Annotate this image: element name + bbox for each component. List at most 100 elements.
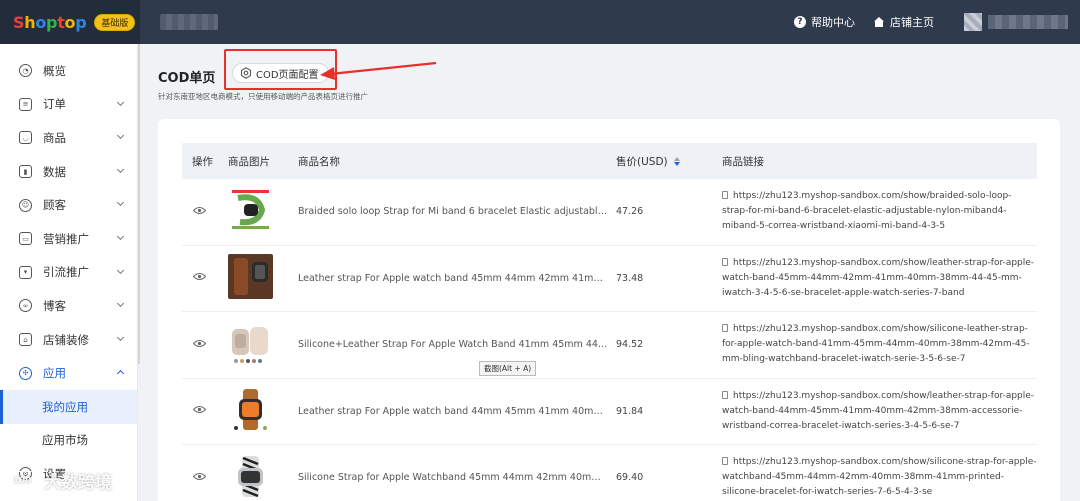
chevron-down-icon bbox=[116, 199, 125, 207]
watermark-logo: 100 bbox=[4, 470, 40, 491]
sidebar-item-customers[interactable]: ☺ 顾客 bbox=[0, 188, 137, 222]
customer-icon: ☺ bbox=[19, 198, 32, 212]
sidebar-item-apps[interactable]: ✣ 应用 bbox=[0, 356, 137, 390]
product-image bbox=[228, 453, 273, 499]
help-icon: ? bbox=[794, 16, 806, 28]
chevron-down-icon bbox=[116, 232, 125, 241]
product-price: 91.84 bbox=[616, 405, 644, 417]
product-name: Braided solo loop Strap for Mi band 6 br… bbox=[298, 206, 608, 218]
product-link[interactable]: https://zhu123.myshop-sandbox.com/show/l… bbox=[722, 256, 1037, 301]
product-name: Silicone Strap for Apple Watchband 45mm … bbox=[298, 472, 608, 484]
sidebar-item-decoration[interactable]: ⌂ 店铺装修 bbox=[0, 323, 137, 357]
decoration-icon: ⌂ bbox=[19, 333, 32, 347]
column-header-link: 商品链接 bbox=[722, 155, 764, 168]
column-header-image: 商品图片 bbox=[228, 155, 270, 168]
home-icon bbox=[874, 17, 884, 27]
product-image bbox=[228, 187, 273, 233]
product-table: 操作 商品图片 商品名称 售价(USD) 商品链接 Braided solo l… bbox=[182, 143, 1037, 501]
sidebar-item-label: 顾客 bbox=[43, 198, 66, 213]
watermark: 100 大数跨境 bbox=[4, 468, 112, 493]
screenshot-tooltip: 截图(Alt + A) bbox=[479, 361, 537, 376]
sidebar: ◔ 概览 ≡ 订单 ◡ 商品 ▮ 数据 ☺ 顾客 ▭ 营销推广 ▾ 引流推广 ∞… bbox=[0, 44, 138, 501]
sidebar-item-products[interactable]: ◡ 商品 bbox=[0, 121, 137, 155]
avatar bbox=[964, 13, 982, 31]
sort-icon[interactable] bbox=[673, 156, 680, 166]
chevron-down-icon bbox=[116, 165, 125, 173]
page-title: COD单页 bbox=[158, 71, 216, 86]
traffic-icon: ▾ bbox=[19, 265, 32, 279]
table-row: Silicone+Leather Strap For Apple Watch B… bbox=[182, 312, 1037, 379]
product-image bbox=[228, 320, 273, 366]
sidebar-item-label: 概览 bbox=[43, 63, 66, 78]
edition-badge: 基础版 bbox=[94, 13, 136, 31]
product-icon: ◡ bbox=[19, 131, 32, 145]
table-header: 操作 商品图片 商品名称 售价(USD) 商品链接 bbox=[182, 143, 1037, 179]
product-link[interactable]: https://zhu123.myshop-sandbox.com/show/s… bbox=[722, 322, 1037, 367]
eye-icon[interactable] bbox=[192, 206, 207, 215]
product-image bbox=[228, 387, 273, 433]
annotation-arrow-icon bbox=[320, 61, 437, 80]
sidebar-item-blog[interactable]: ∞ 博客 bbox=[0, 289, 137, 323]
sidebar-item-traffic[interactable]: ▾ 引流推广 bbox=[0, 256, 137, 290]
help-center-link[interactable]: ? 帮助中心 bbox=[794, 14, 855, 30]
eye-icon[interactable] bbox=[192, 472, 207, 481]
sidebar-item-label: 商品 bbox=[43, 130, 66, 145]
dashboard-icon: ◔ bbox=[19, 64, 32, 78]
product-name: Leather strap For Apple watch band 44mm … bbox=[298, 405, 608, 417]
sidebar-item-orders[interactable]: ≡ 订单 bbox=[0, 88, 137, 122]
blurred-store-name bbox=[160, 14, 218, 30]
store-home-label: 店铺主页 bbox=[890, 16, 934, 29]
sidebar-subitem-label: 应用市场 bbox=[42, 433, 88, 448]
column-header-name: 商品名称 bbox=[298, 155, 340, 168]
product-price: 47.26 bbox=[616, 206, 644, 218]
blurred-username bbox=[988, 15, 1068, 29]
chevron-down-icon bbox=[116, 333, 125, 341]
watermark-text: 大数跨境 bbox=[44, 473, 112, 493]
user-menu[interactable] bbox=[964, 13, 1068, 31]
table-row: Braided solo loop Strap for Mi band 6 br… bbox=[182, 179, 1037, 246]
chevron-down-icon bbox=[116, 132, 125, 140]
eye-icon[interactable] bbox=[192, 339, 207, 348]
brand-area: Shoptop 基础版 bbox=[0, 0, 140, 44]
product-price: 69.40 bbox=[616, 472, 644, 484]
eye-icon[interactable] bbox=[192, 405, 207, 414]
sidebar-item-label: 引流推广 bbox=[43, 265, 89, 280]
brand-logo[interactable]: Shoptop bbox=[13, 13, 87, 32]
sidebar-item-overview[interactable]: ◔ 概览 bbox=[0, 54, 137, 88]
product-image bbox=[228, 254, 273, 300]
sidebar-item-data[interactable]: ▮ 数据 bbox=[0, 155, 137, 189]
store-home-link[interactable]: 店铺主页 bbox=[873, 14, 934, 30]
link-icon bbox=[722, 257, 728, 266]
eye-icon[interactable] bbox=[192, 272, 207, 281]
column-header-price[interactable]: 售价(USD) bbox=[616, 154, 722, 169]
chevron-down-icon bbox=[116, 266, 125, 274]
sidebar-subitem-label: 我的应用 bbox=[42, 399, 88, 414]
blog-icon: ∞ bbox=[19, 299, 32, 313]
sidebar-item-label: 店铺装修 bbox=[43, 332, 89, 347]
sidebar-item-label: 数据 bbox=[43, 164, 66, 179]
table-row: Leather strap For Apple watch band 45mm … bbox=[182, 246, 1037, 312]
chevron-down-icon bbox=[116, 300, 125, 308]
sidebar-item-label: 营销推广 bbox=[43, 231, 89, 246]
table-row: Leather strap For Apple watch band 44mm … bbox=[182, 379, 1037, 445]
product-link[interactable]: https://zhu123.myshop-sandbox.com/show/s… bbox=[722, 455, 1037, 500]
sidebar-item-marketing[interactable]: ▭ 营销推广 bbox=[0, 222, 137, 256]
column-header-price-label: 售价(USD) bbox=[616, 155, 668, 168]
product-name: Silicone+Leather Strap For Apple Watch B… bbox=[298, 339, 608, 351]
link-icon bbox=[722, 457, 728, 466]
sidebar-subitem-my-apps[interactable]: 我的应用 bbox=[0, 389, 137, 424]
chevron-up-icon bbox=[116, 370, 125, 378]
order-icon: ≡ bbox=[19, 97, 32, 111]
column-header-op: 操作 bbox=[192, 155, 213, 168]
sidebar-subitem-app-market[interactable]: 应用市场 bbox=[0, 424, 137, 458]
product-price: 73.48 bbox=[616, 272, 644, 284]
help-center-label: 帮助中心 bbox=[811, 16, 855, 29]
product-price: 94.52 bbox=[616, 339, 644, 351]
page-subtitle: 针对东南亚地区电商模式，只使用移动端的产品表格页进行推广 bbox=[158, 92, 368, 101]
product-link[interactable]: https://zhu123.myshop-sandbox.com/show/l… bbox=[722, 389, 1037, 434]
table-row: Silicone Strap for Apple Watchband 45mm … bbox=[182, 445, 1037, 501]
link-icon bbox=[722, 390, 728, 399]
sidebar-item-label: 订单 bbox=[43, 97, 66, 112]
product-link[interactable]: https://zhu123.myshop-sandbox.com/show/b… bbox=[722, 189, 1037, 234]
main-content: COD单页 COD页面配置 针对东南亚地区电商模式，只使用移动端的产品表格页进行… bbox=[140, 44, 1080, 501]
